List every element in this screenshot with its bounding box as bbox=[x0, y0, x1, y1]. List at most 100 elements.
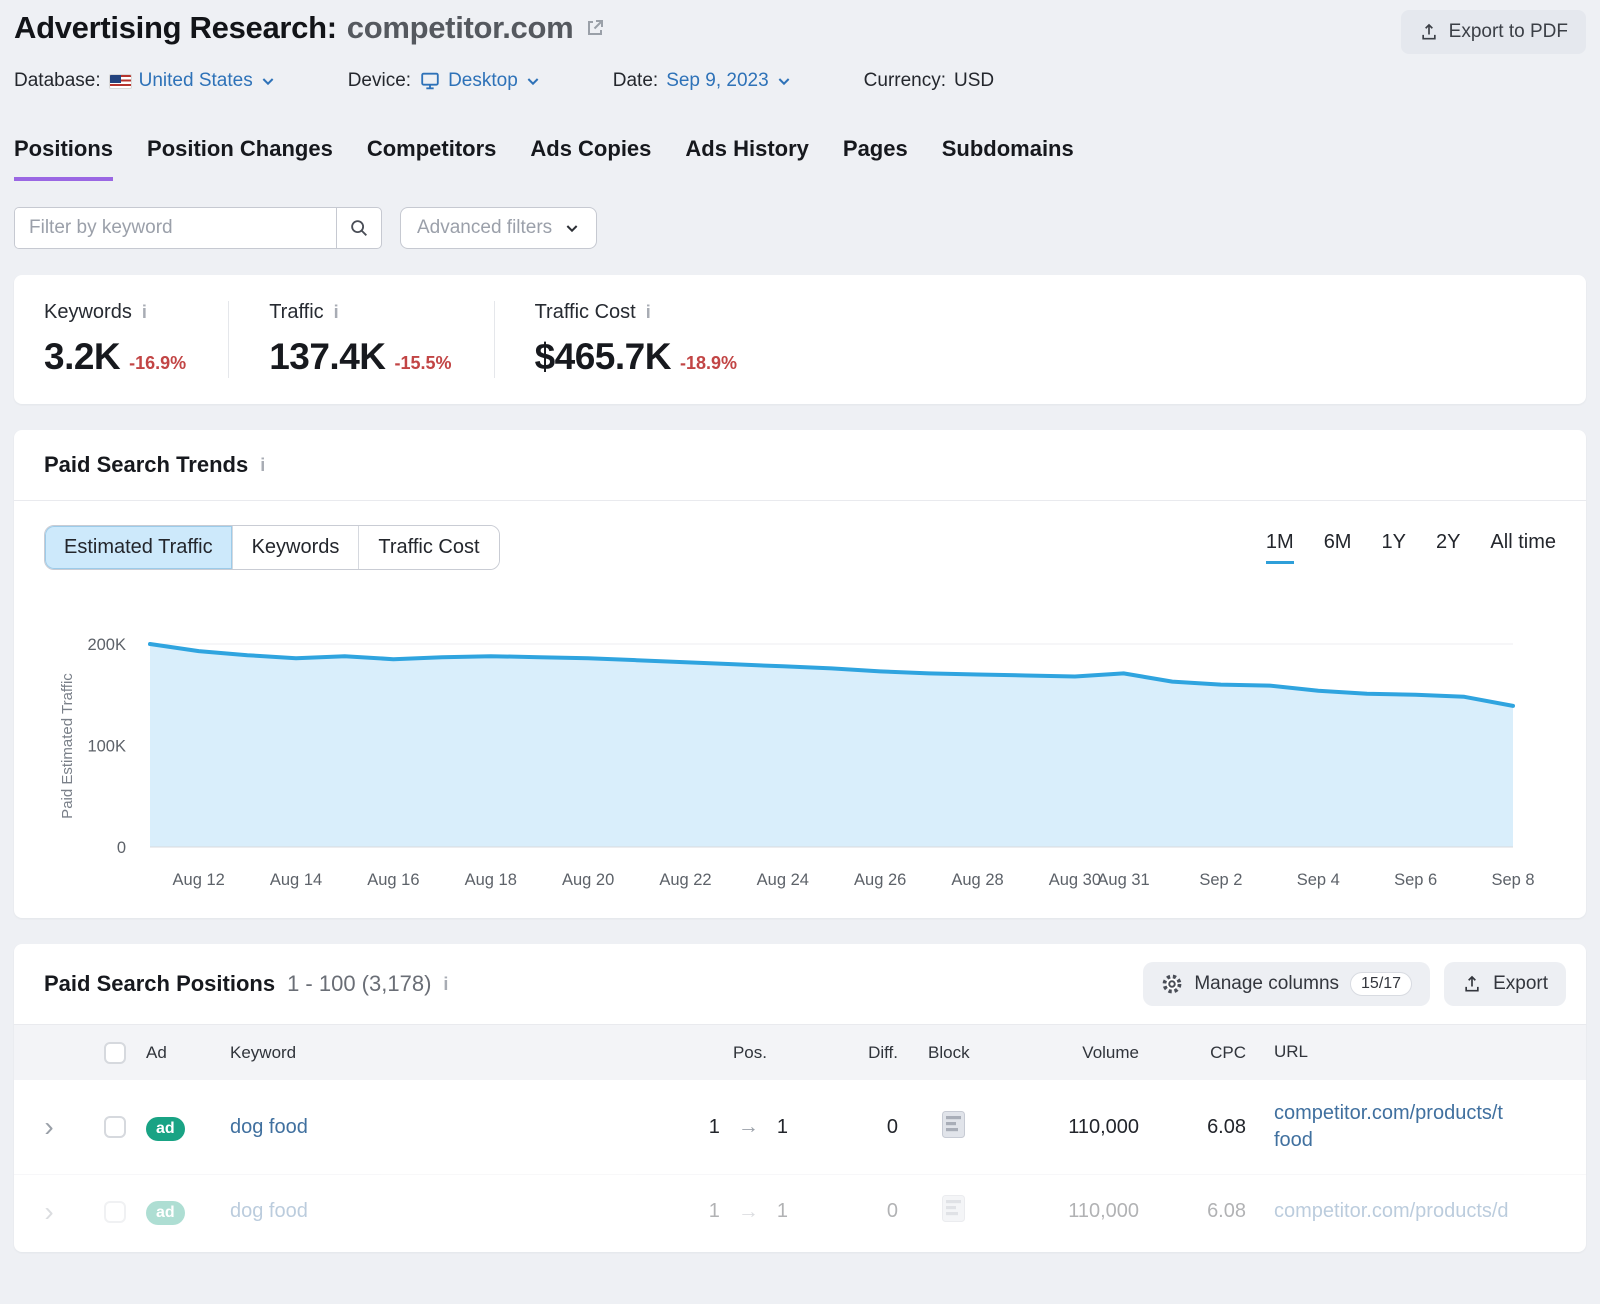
range-1y[interactable]: 1Y bbox=[1381, 531, 1405, 564]
stat-traffic-delta: -15.5% bbox=[395, 353, 452, 374]
chevron-down-icon bbox=[525, 73, 541, 89]
external-link-icon[interactable] bbox=[583, 16, 607, 40]
serp-block-icon[interactable] bbox=[942, 1111, 965, 1138]
stat-keywords-value: 3.2K bbox=[44, 336, 120, 378]
report-tabs: Positions Position Changes Competitors A… bbox=[14, 136, 1586, 181]
page-title-text: Advertising Research: bbox=[14, 10, 337, 46]
page-title: Advertising Research: competitor.com bbox=[14, 10, 607, 46]
stat-keywords-label: Keywords bbox=[44, 301, 132, 324]
svg-text:Aug 31: Aug 31 bbox=[1097, 871, 1149, 889]
row-expander-chevron-icon[interactable]: › bbox=[44, 1117, 53, 1137]
tab-ads-copies[interactable]: Ads Copies bbox=[530, 136, 651, 181]
database-value: United States bbox=[139, 70, 253, 92]
trend-metric-toggle: Estimated Traffic Keywords Traffic Cost bbox=[44, 525, 500, 570]
row-expander-chevron-icon[interactable]: › bbox=[44, 1202, 53, 1222]
stat-traffic-cost-label: Traffic Cost bbox=[535, 301, 636, 324]
range-1m[interactable]: 1M bbox=[1266, 531, 1294, 564]
tab-competitors[interactable]: Competitors bbox=[367, 136, 497, 181]
device-value: Desktop bbox=[448, 70, 518, 92]
toggle-keywords[interactable]: Keywords bbox=[233, 526, 360, 569]
keyword-link[interactable]: dog food bbox=[230, 1116, 308, 1138]
toggle-traffic-cost[interactable]: Traffic Cost bbox=[359, 526, 498, 569]
url-link[interactable]: competitor.com/products/d bbox=[1274, 1198, 1509, 1225]
advanced-filters-label: Advanced filters bbox=[417, 217, 552, 239]
svg-text:Aug 14: Aug 14 bbox=[270, 871, 322, 889]
position-from: 1 bbox=[709, 1200, 720, 1223]
position-from: 1 bbox=[709, 1116, 720, 1139]
export-to-pdf-button[interactable]: Export to PDF bbox=[1401, 10, 1586, 54]
range-2y[interactable]: 2Y bbox=[1436, 531, 1460, 564]
svg-text:Aug 30: Aug 30 bbox=[1049, 871, 1101, 889]
tab-positions[interactable]: Positions bbox=[14, 136, 113, 181]
upload-icon bbox=[1462, 974, 1482, 994]
search-icon bbox=[348, 217, 370, 239]
info-icon[interactable]: i bbox=[443, 974, 448, 995]
report-filter-bar: Database: United States Device: Desktop … bbox=[14, 70, 1586, 92]
y-axis-label: Paid Estimated Traffic bbox=[59, 673, 76, 819]
database-filter: Database: United States bbox=[14, 70, 276, 92]
chevron-down-icon bbox=[564, 220, 580, 236]
tab-subdomains[interactable]: Subdomains bbox=[942, 136, 1074, 181]
manage-columns-label: Manage columns bbox=[1194, 973, 1339, 995]
paid-search-trends-card: Paid Search Trends i Estimated Traffic K… bbox=[14, 430, 1586, 918]
row-checkbox[interactable] bbox=[104, 1201, 126, 1223]
info-icon[interactable]: i bbox=[646, 302, 651, 323]
chevron-down-icon bbox=[776, 73, 792, 89]
time-range-selector: 1M 6M 1Y 2Y All time bbox=[1266, 531, 1556, 564]
range-6m[interactable]: 6M bbox=[1324, 531, 1352, 564]
svg-text:Aug 18: Aug 18 bbox=[465, 871, 517, 889]
keyword-filter bbox=[14, 207, 382, 249]
date-select[interactable]: Sep 9, 2023 bbox=[666, 70, 791, 92]
device-select[interactable]: Desktop bbox=[419, 70, 541, 92]
stat-traffic: Traffic i 137.4K -15.5% bbox=[228, 301, 493, 378]
keyword-link[interactable]: dog food bbox=[230, 1200, 308, 1222]
toggle-estimated-traffic[interactable]: Estimated Traffic bbox=[45, 526, 233, 569]
svg-text:Aug 22: Aug 22 bbox=[659, 871, 711, 889]
table-row: › ad dog food 1 → 1 0 110,000 6.08 compe… bbox=[14, 1174, 1586, 1248]
upload-icon bbox=[1419, 22, 1439, 42]
svg-text:Sep 2: Sep 2 bbox=[1199, 871, 1242, 889]
svg-text:Aug 24: Aug 24 bbox=[757, 871, 809, 889]
trend-area-fill bbox=[150, 644, 1513, 847]
svg-text:Sep 4: Sep 4 bbox=[1297, 871, 1340, 889]
column-header-cpc: CPC bbox=[1146, 1043, 1256, 1063]
currency-value: USD bbox=[954, 70, 994, 92]
tab-ads-history[interactable]: Ads History bbox=[685, 136, 808, 181]
ad-badge[interactable]: ad bbox=[146, 1201, 185, 1225]
url-link[interactable]: competitor.com/products/t food bbox=[1274, 1100, 1529, 1154]
positions-range: 1 - 100 (3,178) bbox=[287, 971, 431, 997]
tab-pages[interactable]: Pages bbox=[843, 136, 908, 181]
date-label: Date: bbox=[613, 70, 658, 92]
keyword-filter-input[interactable] bbox=[15, 208, 336, 248]
select-all-checkbox[interactable] bbox=[104, 1042, 126, 1064]
info-icon[interactable]: i bbox=[334, 302, 339, 323]
column-header-diff: Diff. bbox=[796, 1043, 906, 1063]
svg-text:Sep 6: Sep 6 bbox=[1394, 871, 1437, 889]
column-header-volume: Volume bbox=[1006, 1043, 1146, 1063]
volume-value: 110,000 bbox=[1006, 1116, 1146, 1139]
us-flag-icon bbox=[109, 74, 132, 89]
tab-position-changes[interactable]: Position Changes bbox=[147, 136, 333, 181]
ad-badge[interactable]: ad bbox=[146, 1117, 185, 1141]
search-button[interactable] bbox=[336, 208, 381, 248]
table-header-row: Ad Keyword Pos. Diff. Block Volume CPC U… bbox=[14, 1024, 1586, 1080]
range-all-time[interactable]: All time bbox=[1490, 531, 1556, 564]
column-header-block: Block bbox=[906, 1043, 1006, 1063]
info-icon[interactable]: i bbox=[142, 302, 147, 323]
column-header-keyword: Keyword bbox=[224, 1043, 616, 1063]
serp-block-icon[interactable] bbox=[942, 1195, 965, 1222]
database-select[interactable]: United States bbox=[109, 70, 276, 92]
export-button[interactable]: Export bbox=[1444, 962, 1566, 1006]
info-icon[interactable]: i bbox=[260, 455, 265, 476]
table-row: › ad dog food 1 → 1 0 110,000 6.08 compe… bbox=[14, 1080, 1586, 1174]
position-diff: 0 bbox=[796, 1200, 906, 1223]
advanced-filters-button[interactable]: Advanced filters bbox=[400, 207, 597, 249]
report-domain: competitor.com bbox=[347, 10, 574, 46]
row-checkbox[interactable] bbox=[104, 1116, 126, 1138]
manage-columns-button[interactable]: Manage columns 15/17 bbox=[1143, 962, 1430, 1006]
trend-chart[interactable]: Paid Estimated Traffic 0100K200KAug 12Au… bbox=[14, 604, 1586, 918]
arrow-right-icon: → bbox=[738, 1115, 759, 1139]
stat-traffic-label: Traffic bbox=[269, 301, 323, 324]
device-label: Device: bbox=[348, 70, 411, 92]
date-filter: Date: Sep 9, 2023 bbox=[613, 70, 792, 92]
